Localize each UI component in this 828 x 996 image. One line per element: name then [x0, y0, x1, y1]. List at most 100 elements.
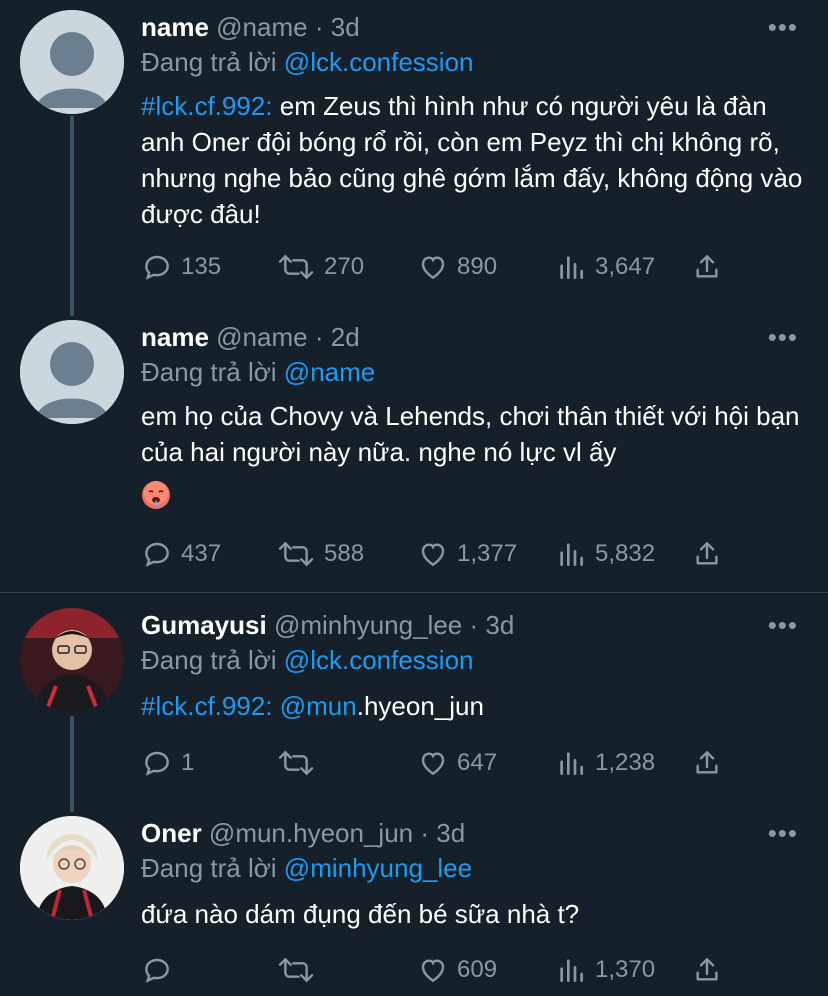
share-icon: [696, 751, 718, 774]
more-options-icon[interactable]: •••: [768, 818, 798, 849]
hot-face-emoji: [141, 480, 171, 515]
share-icon: [696, 255, 718, 278]
tweet-header: Oner @mun.hyeon_jun · 3d: [141, 818, 465, 849]
share-button[interactable]: [691, 538, 723, 570]
analytics-icon: [560, 543, 583, 566]
share-button[interactable]: [691, 954, 723, 986]
heart-icon: [421, 959, 445, 983]
timestamp[interactable]: 3d: [485, 610, 514, 640]
view-count: 5,832: [595, 540, 656, 567]
tweet-header: name @name · 3d: [141, 12, 360, 43]
timestamp[interactable]: 2d: [331, 322, 360, 352]
view-count: 3,647: [595, 253, 656, 280]
reply-icon: [145, 751, 169, 776]
retweet-button[interactable]: 270: [276, 251, 364, 283]
replying-to-link[interactable]: @lck.confession: [284, 47, 474, 77]
share-icon: [696, 542, 718, 565]
heart-icon: [421, 752, 445, 776]
reply-icon: [145, 255, 169, 280]
replying-prefix: Đang trả lời: [141, 47, 277, 77]
like-button[interactable]: 647: [417, 747, 497, 779]
heart-icon: [421, 543, 445, 567]
views-button[interactable]: 3,647: [555, 251, 655, 283]
heart-icon: [421, 256, 445, 280]
display-name[interactable]: Oner: [141, 818, 202, 848]
tweet-body: .hyeon_jun: [356, 691, 484, 721]
tweet-body: đứa nào dám đụng đến bé sữa nhà t?: [141, 899, 580, 929]
tweet-text: em họ của Chovy và Lehends, chơi thân th…: [141, 398, 806, 470]
tweet-text: #lck.cf.992: em Zeus thì hình như có ngư…: [141, 88, 806, 232]
timestamp[interactable]: 3d: [436, 818, 465, 848]
views-button[interactable]: 5,832: [555, 538, 655, 570]
retweet-count: 588: [324, 540, 365, 567]
reply-button[interactable]: 135: [141, 251, 221, 283]
tweet-header: Gumayusi @minhyung_lee · 3d: [141, 610, 514, 641]
user-handle[interactable]: @name: [216, 322, 307, 352]
reply-button[interactable]: 437: [141, 538, 221, 570]
tweet-header: name @name · 2d: [141, 322, 360, 353]
view-count: 1,370: [595, 956, 656, 983]
tweet-body: em họ của Chovy và Lehends, chơi thân th…: [141, 401, 800, 467]
display-name[interactable]: name: [141, 322, 209, 352]
replying-to-link[interactable]: @name: [284, 357, 375, 387]
action-bar: 1 647 1,238: [141, 747, 741, 783]
action-bar: 609 1,370: [141, 954, 741, 990]
retweet-icon: [278, 542, 314, 566]
display-name[interactable]: name: [141, 12, 209, 42]
user-handle[interactable]: @name: [216, 12, 307, 42]
retweet-button[interactable]: [276, 747, 324, 779]
replying-prefix: Đang trả lời: [141, 357, 277, 387]
replying-to-link[interactable]: @lck.confession: [284, 645, 474, 675]
replying-to-link[interactable]: @minhyung_lee: [284, 853, 472, 883]
separator-dot: ·: [314, 12, 324, 42]
replying-prefix: Đang trả lời: [141, 853, 277, 883]
reply-count: 437: [181, 540, 222, 567]
timestamp[interactable]: 3d: [331, 12, 360, 42]
share-icon: [696, 958, 718, 981]
reply-button[interactable]: [141, 954, 181, 986]
oner-avatar[interactable]: [20, 816, 124, 920]
user-handle[interactable]: @mun.hyeon_jun: [209, 818, 413, 848]
user-handle[interactable]: @minhyung_lee: [274, 610, 462, 640]
share-button[interactable]: [691, 251, 723, 283]
gumayusi-avatar[interactable]: [20, 608, 124, 712]
display-name[interactable]: Gumayusi: [141, 610, 267, 640]
like-count: 647: [457, 749, 498, 776]
mention-link[interactable]: @mun: [280, 691, 357, 721]
divider: [0, 592, 828, 593]
separator-dot: ·: [420, 818, 430, 848]
default-avatar[interactable]: [20, 320, 124, 424]
more-options-icon[interactable]: •••: [768, 12, 798, 43]
views-button[interactable]: 1,370: [555, 954, 655, 986]
analytics-icon: [560, 752, 583, 775]
retweet-button[interactable]: 588: [276, 538, 364, 570]
replying-to: Đang trả lời @lck.confession: [141, 645, 474, 676]
retweet-count: 270: [324, 253, 365, 280]
like-button[interactable]: 890: [417, 251, 497, 283]
more-options-icon[interactable]: •••: [768, 610, 798, 641]
thread-line: [70, 716, 74, 812]
hashtag-link[interactable]: #lck.cf.992:: [141, 691, 273, 721]
like-count: 609: [457, 956, 498, 983]
action-bar: 437 588 1,377 5,832: [141, 538, 741, 574]
analytics-icon: [560, 256, 583, 279]
replying-to: Đang trả lời @name: [141, 357, 375, 388]
thread-line: [70, 116, 74, 316]
reply-count: 135: [181, 253, 222, 280]
default-avatar[interactable]: [20, 10, 124, 114]
retweet-icon: [278, 751, 314, 775]
like-button[interactable]: 609: [417, 954, 497, 986]
like-button[interactable]: 1,377: [417, 538, 517, 570]
separator-dot: ·: [469, 610, 479, 640]
tweet-text: đứa nào dám đụng đến bé sữa nhà t?: [141, 896, 806, 932]
more-options-icon[interactable]: •••: [768, 322, 798, 353]
views-button[interactable]: 1,238: [555, 747, 655, 779]
retweet-icon: [278, 958, 314, 982]
share-button[interactable]: [691, 747, 723, 779]
reply-icon: [145, 958, 169, 983]
reply-button[interactable]: 1: [141, 747, 194, 779]
retweet-button[interactable]: [276, 954, 324, 986]
reply-count: 1: [181, 749, 195, 776]
hashtag-link[interactable]: #lck.cf.992:: [141, 91, 273, 121]
reply-icon: [145, 542, 169, 567]
